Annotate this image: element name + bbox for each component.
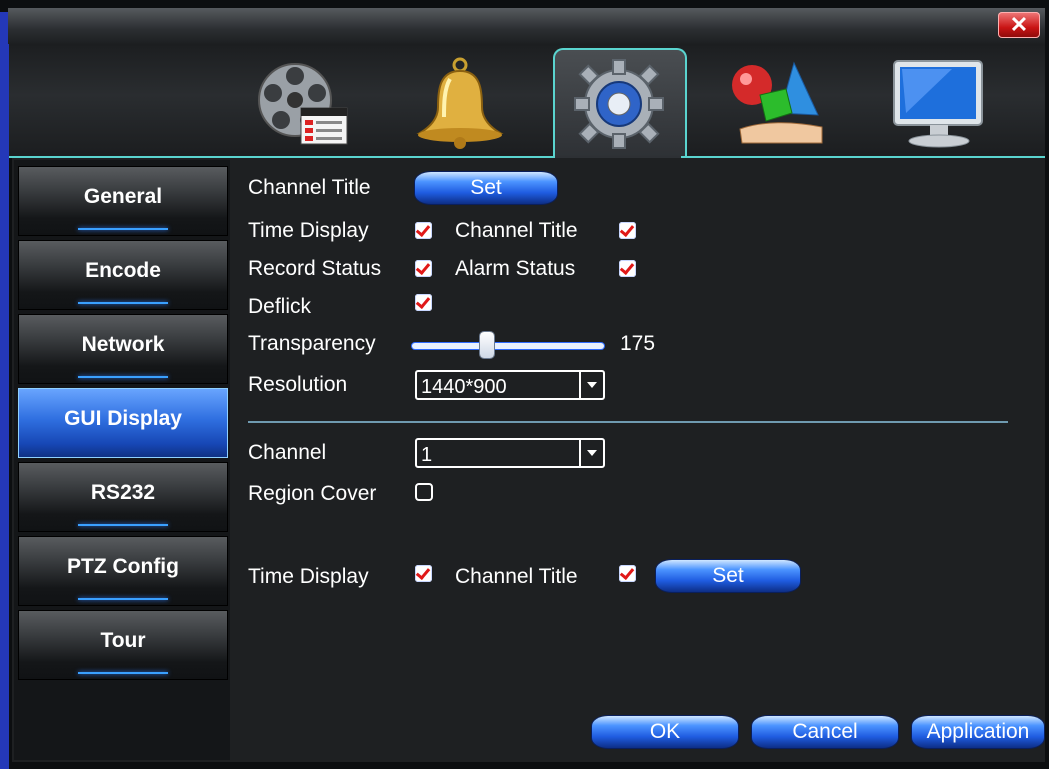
transparency-slider-track[interactable] [412, 343, 604, 349]
title-bar [8, 8, 1045, 44]
sidebar-item-network[interactable]: Network [18, 314, 228, 384]
alarm-status-checkbox[interactable] [619, 260, 636, 277]
sidebar-item-gui-display[interactable]: GUI Display [18, 388, 228, 458]
transparency-slider-thumb[interactable] [480, 332, 494, 358]
tab-record[interactable] [243, 48, 363, 158]
channel-time-display-label: Time Display [248, 565, 369, 588]
resolution-value: 1440*900 [421, 376, 507, 398]
sidebar-item-encode[interactable]: Encode [18, 240, 228, 310]
deflick-label: Deflick [248, 295, 312, 318]
transparency-value: 175 [620, 332, 656, 355]
tab-system[interactable] [553, 48, 687, 160]
gui-display-panel [238, 160, 1043, 760]
application-button[interactable]: Application [912, 716, 1044, 748]
channel-title-checkbox[interactable] [619, 222, 636, 239]
time-display-checkbox[interactable] [415, 222, 432, 239]
time-display-label: Time Display [248, 219, 369, 242]
sidebar-item-general[interactable]: General [18, 166, 228, 236]
tab-advanced[interactable] [717, 48, 837, 158]
tab-info[interactable] [877, 48, 997, 158]
channel-title-label: Channel Title [248, 176, 371, 199]
transparency-label: Transparency [248, 332, 376, 355]
region-cover-label: Region Cover [248, 482, 377, 505]
resolution-select[interactable]: 1440*900 [415, 370, 605, 400]
chevron-down-icon[interactable] [579, 440, 603, 466]
channel-channel-title-checkbox[interactable] [619, 565, 636, 582]
advanced-shapes-icon [732, 61, 823, 144]
cancel-button[interactable]: Cancel [752, 716, 898, 748]
window-left-border [0, 12, 9, 769]
system-gear-icon [574, 59, 664, 149]
sidebar-item-rs232[interactable]: RS232 [18, 462, 228, 532]
channel-select[interactable]: 1 [415, 438, 605, 468]
tab-alarm[interactable] [400, 48, 520, 158]
sidebar: General Encode Network GUI Display RS232… [14, 160, 230, 760]
channel-set-button[interactable]: Set [656, 560, 800, 592]
ok-button[interactable]: OK [592, 716, 738, 748]
sidebar-item-tour[interactable]: Tour [18, 610, 228, 680]
deflick-checkbox[interactable] [415, 294, 432, 311]
chevron-down-icon[interactable] [579, 372, 603, 398]
region-cover-checkbox[interactable] [415, 483, 433, 501]
channel-label: Channel [248, 441, 327, 464]
channel-title-set-button[interactable]: Set [415, 172, 557, 204]
sidebar-item-ptz-config[interactable]: PTZ Config [18, 536, 228, 606]
alarm-bell-icon [416, 57, 504, 149]
record-status-checkbox[interactable] [415, 260, 432, 277]
info-monitor-icon [893, 60, 983, 148]
channel-title-checkbox-label: Channel Title [455, 219, 578, 242]
channel-time-display-checkbox[interactable] [415, 565, 432, 582]
section-divider [248, 421, 1008, 423]
close-button[interactable]: ✕ [998, 12, 1040, 38]
alarm-status-label: Alarm Status [455, 257, 576, 280]
channel-channel-title-label: Channel Title [455, 565, 578, 588]
record-film-icon [258, 63, 348, 145]
resolution-label: Resolution [248, 373, 348, 396]
channel-value: 1 [421, 444, 433, 466]
record-status-label: Record Status [248, 257, 382, 280]
